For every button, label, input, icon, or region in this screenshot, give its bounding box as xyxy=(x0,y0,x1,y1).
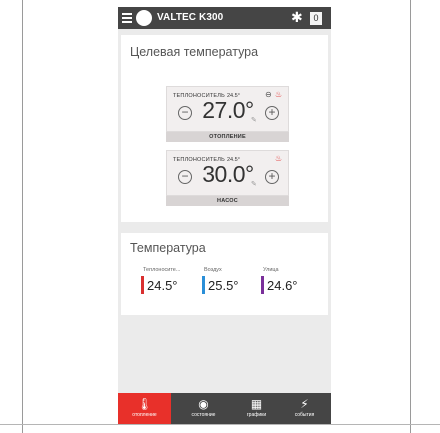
setpoint-value[interactable]: 30.0° xyxy=(197,161,259,188)
reading-label: Теплоносите... xyxy=(143,267,181,273)
increase-button[interactable]: + xyxy=(265,106,279,120)
reading-label: Улица xyxy=(263,267,279,273)
flame-icon: ♨ xyxy=(275,154,283,163)
stop-icon: ⊖ xyxy=(265,90,272,99)
tab-charts[interactable]: ▦ графики xyxy=(230,393,283,424)
lightning-icon: ⚡︎ xyxy=(300,397,309,411)
frame-left-border xyxy=(22,0,23,433)
heating-control-tile: ТЕПЛОНОСИТЕЛЬ 24.5° ⊖ ♨ − 27.0° ✎ + xyxy=(166,86,289,132)
pump-tile-footer: НАСОС xyxy=(166,196,289,206)
reading-value: 24.5° xyxy=(147,278,178,293)
tab-heating[interactable]: 🌡︎ отопление xyxy=(118,393,171,424)
app-screen: VALTEC K300 ✱ 0 Целевая температура ТЕПЛ… xyxy=(118,7,331,424)
frame-right-border xyxy=(410,0,411,433)
gear-icon[interactable]: ✱ xyxy=(291,9,303,25)
reading-color-bar xyxy=(261,276,264,294)
pump-control-tile: ТЕПЛОНОСИТЕЛЬ 24.5° ♨ − 30.0° ✎ + xyxy=(166,150,289,196)
target-temperature-title: Целевая температура xyxy=(130,45,259,59)
tab-label: графики xyxy=(246,412,267,418)
status-icon: ◉ xyxy=(198,397,209,411)
chart-icon: ▦ xyxy=(250,397,263,411)
menu-icon[interactable] xyxy=(122,13,132,23)
counter-badge[interactable]: 0 xyxy=(310,12,322,25)
top-bar: VALTEC K300 ✱ 0 xyxy=(118,7,331,29)
tab-label: отопление xyxy=(132,412,157,418)
temperature-title: Температура xyxy=(130,241,206,255)
heating-tile-footer: ОТОПЛЕНИЕ xyxy=(166,132,289,142)
reading-label: Воздух xyxy=(204,267,222,273)
decrease-button[interactable]: − xyxy=(178,106,192,120)
setpoint-value[interactable]: 27.0° xyxy=(197,97,259,124)
empty-area xyxy=(121,319,328,393)
target-temperature-card: Целевая температура ТЕПЛОНОСИТЕЛЬ 24.5° … xyxy=(121,35,328,222)
pencil-icon[interactable]: ✎ xyxy=(251,180,257,188)
decrease-button[interactable]: − xyxy=(178,170,192,184)
increase-button[interactable]: + xyxy=(265,170,279,184)
tab-events[interactable]: ⚡︎ события xyxy=(278,393,331,424)
device-status-icon[interactable] xyxy=(136,10,152,26)
reading-value: 24.6° xyxy=(267,278,298,293)
bottom-tab-bar: 🌡︎ отопление ◉ состояние ▦ графики ⚡︎ со… xyxy=(118,393,331,424)
tab-label: события xyxy=(294,412,315,418)
pencil-icon[interactable]: ✎ xyxy=(251,116,257,124)
temperature-card: Температура Теплоносите... 24.5° Воздух … xyxy=(121,233,328,315)
frame-bottom-border xyxy=(0,424,440,425)
thermometer-icon: 🌡︎ xyxy=(136,397,153,411)
device-name: VALTEC K300 xyxy=(157,12,224,23)
reading-color-bar xyxy=(141,276,144,294)
flame-icon: ♨ xyxy=(275,90,283,99)
tab-label: состояние xyxy=(191,412,216,418)
reading-color-bar xyxy=(202,276,205,294)
tab-status[interactable]: ◉ состояние xyxy=(177,393,230,424)
reading-value: 25.5° xyxy=(208,278,239,293)
